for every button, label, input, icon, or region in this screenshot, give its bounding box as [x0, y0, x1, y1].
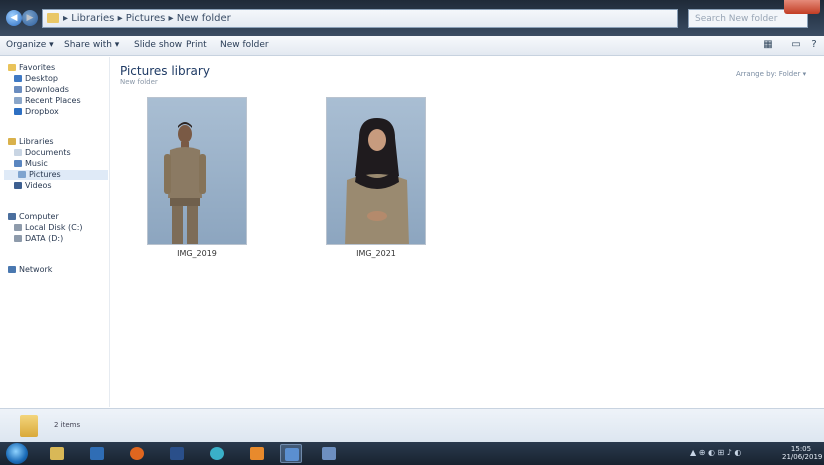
- library-title: Pictures library: [120, 64, 210, 78]
- nav-label: Desktop: [25, 74, 58, 83]
- taskbar-browser-button[interactable]: [206, 444, 228, 463]
- taskbar-firefox-button[interactable]: [126, 444, 148, 463]
- title-bar: ◀ ▶ ▸ Libraries ▸ Pictures ▸ New folder …: [0, 0, 824, 36]
- drive-icon: [14, 235, 22, 242]
- nav-label: Pictures: [29, 170, 61, 179]
- nav-label: Recent Places: [25, 96, 81, 105]
- clock-date: 21/06/2019: [782, 453, 823, 461]
- photo-caption: IMG_2019: [177, 249, 217, 258]
- start-button[interactable]: [6, 443, 28, 464]
- nav-desktop[interactable]: Desktop: [14, 74, 58, 84]
- nav-network[interactable]: Network: [8, 265, 52, 275]
- address-path: ▸ Libraries ▸ Pictures ▸ New folder: [63, 13, 231, 24]
- network-icon: [8, 266, 16, 273]
- photo-thumbnail[interactable]: [147, 97, 247, 245]
- explorer-window: ◀ ▶ ▸ Libraries ▸ Pictures ▸ New folder …: [0, 0, 824, 442]
- nav-data-disk[interactable]: DATA (D:): [14, 234, 63, 244]
- nav-recent-places[interactable]: Recent Places: [14, 96, 81, 106]
- clock-time: 15:05: [790, 445, 812, 453]
- browser-icon: [210, 447, 224, 460]
- taskbar-pictures-button[interactable]: [318, 444, 340, 463]
- back-button[interactable]: ◀: [6, 10, 22, 26]
- photo-caption: IMG_2021: [356, 249, 396, 258]
- command-bar: Organize ▾ Share with ▾ Slide show Print…: [0, 36, 824, 56]
- nav-libraries[interactable]: Libraries: [8, 137, 54, 147]
- photo-woman-image: [327, 98, 425, 244]
- pictures-icon: [322, 447, 336, 460]
- taskbar-app-button[interactable]: [246, 444, 268, 463]
- address-bar[interactable]: ▸ Libraries ▸ Pictures ▸ New folder: [42, 9, 678, 28]
- views-icon[interactable]: ▦: [762, 39, 774, 51]
- nav-label: Dropbox: [25, 107, 59, 116]
- new-folder-button[interactable]: New folder: [220, 40, 269, 50]
- nav-label: Favorites: [19, 63, 56, 72]
- arrange-by-dropdown[interactable]: Arrange by: Folder ▾: [736, 70, 806, 78]
- nav-downloads[interactable]: Downloads: [14, 85, 69, 95]
- documents-icon: [14, 149, 22, 156]
- nav-label: Music: [25, 159, 48, 168]
- clock[interactable]: 15:05 21/06/2019: [782, 445, 823, 461]
- downloads-icon: [14, 86, 22, 93]
- taskbar-mail-button[interactable]: [166, 444, 188, 463]
- folder-icon: [20, 415, 38, 437]
- details-item-count: 2 items: [54, 421, 81, 429]
- media-player-icon: [90, 447, 104, 460]
- nav-pictures[interactable]: Pictures: [4, 170, 108, 180]
- taskbar-photo-viewer-button[interactable]: [280, 444, 302, 463]
- desktop-icon: [14, 75, 22, 82]
- app-icon: [250, 447, 264, 460]
- libraries-icon: [8, 138, 16, 145]
- photo-man-image: [148, 98, 246, 244]
- photo-thumbnail[interactable]: [326, 97, 426, 245]
- nav-label: Videos: [25, 181, 52, 190]
- library-subtitle: New folder: [120, 78, 158, 86]
- details-pane: 2 items: [0, 408, 824, 442]
- search-placeholder: Search New folder: [695, 14, 778, 24]
- nav-label: Downloads: [25, 85, 69, 94]
- taskbar: ▲ ⊕ ◐ ⊞ ♪ ◐ 15:05 21/06/2019: [0, 442, 824, 465]
- help-icon[interactable]: ?: [808, 39, 820, 51]
- folder-icon: [47, 13, 59, 23]
- star-icon: [8, 64, 16, 71]
- taskbar-media-player-button[interactable]: [86, 444, 108, 463]
- preview-pane-icon[interactable]: ▭: [790, 39, 802, 51]
- slide-show-button[interactable]: Slide show: [134, 40, 182, 50]
- organize-button[interactable]: Organize ▾: [6, 40, 54, 50]
- share-with-button[interactable]: Share with ▾: [64, 40, 119, 50]
- nav-dropbox[interactable]: Dropbox: [14, 107, 59, 117]
- nav-label: Documents: [25, 148, 71, 157]
- system-tray[interactable]: ▲ ⊕ ◐ ⊞ ♪ ◐: [690, 448, 741, 457]
- drive-icon: [14, 224, 22, 231]
- nav-videos[interactable]: Videos: [14, 181, 52, 191]
- nav-documents[interactable]: Documents: [14, 148, 71, 158]
- photo-viewer-icon: [285, 448, 299, 461]
- nav-label: Computer: [19, 212, 59, 221]
- nav-computer[interactable]: Computer: [8, 212, 59, 222]
- forward-button[interactable]: ▶: [22, 10, 38, 26]
- nav-label: DATA (D:): [25, 234, 64, 243]
- nav-label: Libraries: [19, 137, 54, 146]
- music-icon: [14, 160, 22, 167]
- folder-icon: [50, 447, 64, 460]
- nav-favorites[interactable]: Favorites: [8, 63, 55, 73]
- print-button[interactable]: Print: [186, 40, 207, 50]
- close-button[interactable]: [784, 0, 820, 14]
- videos-icon: [14, 182, 22, 189]
- computer-icon: [8, 213, 16, 220]
- mail-icon: [170, 447, 184, 460]
- pictures-icon: [18, 171, 26, 178]
- firefox-icon: [130, 447, 144, 460]
- nav-label: Network: [19, 265, 53, 274]
- taskbar-explorer-button[interactable]: [46, 444, 68, 463]
- nav-local-disk[interactable]: Local Disk (C:): [14, 223, 83, 233]
- recent-places-icon: [14, 97, 22, 104]
- nav-music[interactable]: Music: [14, 159, 48, 169]
- dropbox-icon: [14, 108, 22, 115]
- navigation-pane: Favorites Desktop Downloads Recent Place…: [0, 57, 110, 407]
- nav-label: Local Disk (C:): [25, 223, 83, 232]
